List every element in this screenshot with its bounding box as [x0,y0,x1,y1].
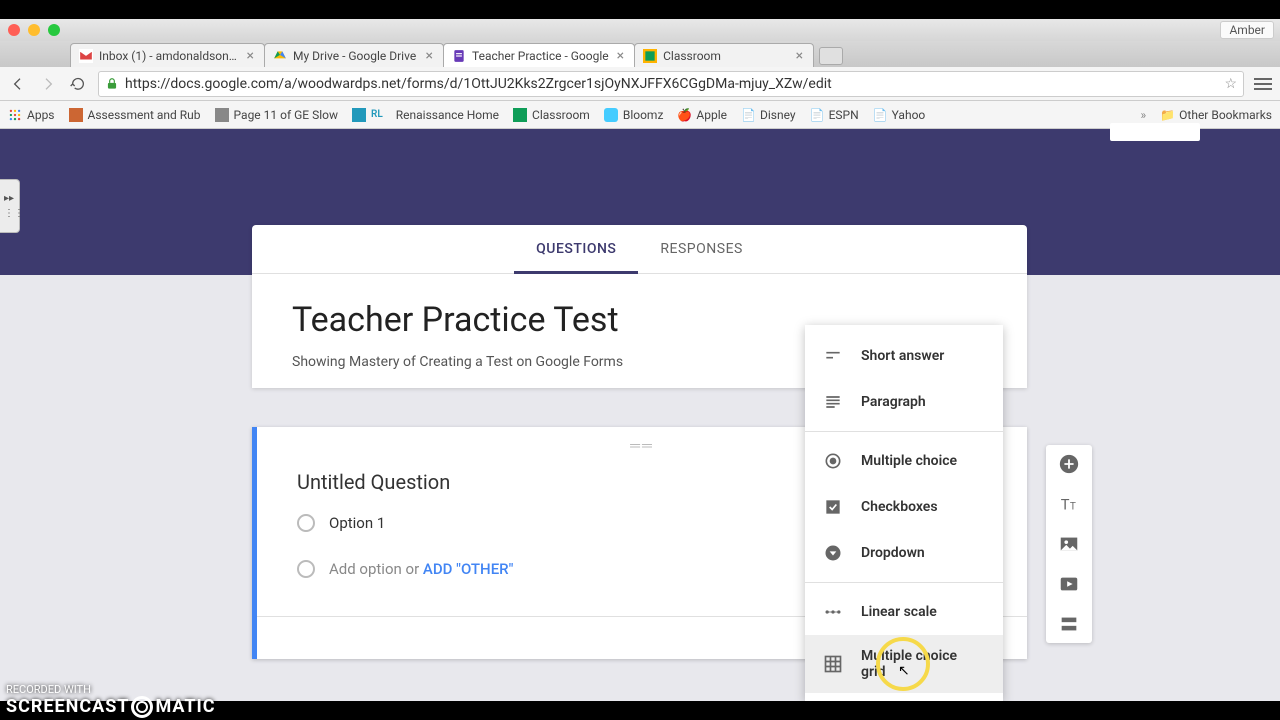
browser-tab-strip: Inbox (1) - amdonaldson@v × My Drive - G… [0,41,1280,67]
bookmark-item[interactable]: 📄Yahoo [873,108,926,122]
bookmark-item[interactable]: 📄ESPN [810,108,859,122]
tab-close-icon[interactable]: × [794,48,805,64]
chrome-user-badge[interactable]: Amber [1220,21,1274,39]
bookmarks-bar: Apps Assessment and Rub Page 11 of GE Sl… [0,101,1280,129]
window-minimize-button[interactable] [28,24,40,36]
forms-icon [452,49,466,63]
other-bookmarks-button[interactable]: 📁Other Bookmarks [1160,108,1272,122]
tab-label: Classroom [663,49,788,63]
forward-button[interactable] [38,74,58,94]
add-question-button[interactable] [1058,453,1080,475]
qtype-linear-scale[interactable]: Linear scale [805,589,1003,635]
qtype-multiple-choice-grid[interactable]: Multiple choice grid [805,635,1003,693]
svg-text:T: T [1061,496,1070,514]
classroom-icon [513,108,527,122]
svg-text:T: T [1070,502,1076,513]
bookmark-item[interactable]: RL Renaissance Home [352,108,499,122]
watermark-ring-icon [131,696,153,718]
bookmark-star-icon[interactable]: ☆ [1224,76,1237,92]
question-type-menu: Short answer Paragraph Multiple choice C… [805,325,1003,701]
gmail-icon [79,49,93,63]
bookmark-item[interactable]: Classroom [513,108,590,122]
tab-label: Inbox (1) - amdonaldson@v [99,49,239,63]
qtype-multiple-choice[interactable]: Multiple choice [805,438,1003,484]
page-icon: 📄 [810,108,824,122]
bookmark-item[interactable]: 🍎Apple [677,108,727,122]
favicon [604,108,618,122]
favicon [215,108,229,122]
bookmark-item[interactable]: 📄Disney [741,108,796,122]
apps-button[interactable]: Apps [8,108,55,122]
browser-tab[interactable]: Classroom × [634,43,814,67]
checkbox-icon [823,497,843,517]
url-text: https://docs.google.com/a/woodwardps.net… [125,76,1218,92]
dropdown-icon [823,543,843,563]
add-section-button[interactable] [1058,613,1080,635]
tab-responses[interactable]: RESPONSES [638,225,764,273]
back-button[interactable] [8,74,28,94]
window-close-button[interactable] [8,24,20,36]
send-button[interactable] [1110,123,1200,141]
bookmark-item[interactable]: Bloomz [604,108,664,122]
paragraph-icon [823,392,843,412]
reload-button[interactable] [68,74,88,94]
apple-icon: 🍎 [677,108,691,122]
favicon [69,108,83,122]
bookmark-item[interactable]: Assessment and Rub [69,108,201,122]
lock-icon [105,77,119,91]
tab-close-icon[interactable]: × [245,48,256,64]
tab-label: Teacher Practice - Google [472,49,609,63]
option-label[interactable]: Option 1 [329,514,385,532]
add-title-button[interactable]: TT [1058,493,1080,515]
grid-icon [823,654,843,674]
window-titlebar: Amber [0,19,1280,41]
watermark-line1: RECORDED WITH [6,683,216,696]
chrome-menu-button[interactable] [1254,78,1272,90]
apps-icon [8,108,22,122]
qtype-dropdown[interactable]: Dropdown [805,530,1003,576]
short-answer-icon [823,346,843,366]
page-icon: 📄 [741,108,755,122]
add-option-label[interactable]: Add option [329,560,402,578]
grid-icon: ⋮⋮⋮ [0,208,24,219]
new-tab-button[interactable] [819,47,843,65]
browser-tab[interactable]: My Drive - Google Drive × [264,43,444,67]
browser-tab[interactable]: Teacher Practice - Google × [443,43,635,67]
add-image-button[interactable] [1058,533,1080,555]
qtype-paragraph[interactable]: Paragraph [805,379,1003,425]
side-panel-toggle[interactable]: ▸▸ ⋮⋮⋮ [0,179,20,233]
expand-icon: ▸▸ [4,193,14,204]
linear-scale-icon [823,602,843,622]
add-other-link[interactable]: ADD "OTHER" [423,560,514,578]
page-icon: 📄 [873,108,887,122]
folder-icon: 📁 [1160,108,1174,122]
qtype-short-answer[interactable]: Short answer [805,333,1003,379]
add-video-button[interactable] [1058,573,1080,595]
window-maximize-button[interactable] [48,24,60,36]
tab-questions[interactable]: QUESTIONS [514,225,638,273]
tab-label: My Drive - Google Drive [293,49,418,63]
tab-close-icon[interactable]: × [615,48,626,64]
qtype-checkboxes[interactable]: Checkboxes [805,484,1003,530]
bookmark-item[interactable]: Page 11 of GE Slow [215,108,338,122]
radio-icon [823,451,843,471]
bookmarks-overflow[interactable]: » [1141,108,1147,122]
favicon [352,108,366,122]
floating-toolbar: TT [1046,445,1092,643]
tab-close-icon[interactable]: × [424,48,435,64]
browser-tab[interactable]: Inbox (1) - amdonaldson@v × [70,43,265,67]
classroom-icon [643,49,657,63]
radio-icon [297,514,315,532]
address-bar-row: https://docs.google.com/a/woodwardps.net… [0,67,1280,101]
drive-icon [273,49,287,63]
url-input[interactable]: https://docs.google.com/a/woodwardps.net… [98,71,1244,97]
radio-icon [297,560,315,578]
watermark: RECORDED WITH SCREENCAST MATIC [6,683,216,718]
